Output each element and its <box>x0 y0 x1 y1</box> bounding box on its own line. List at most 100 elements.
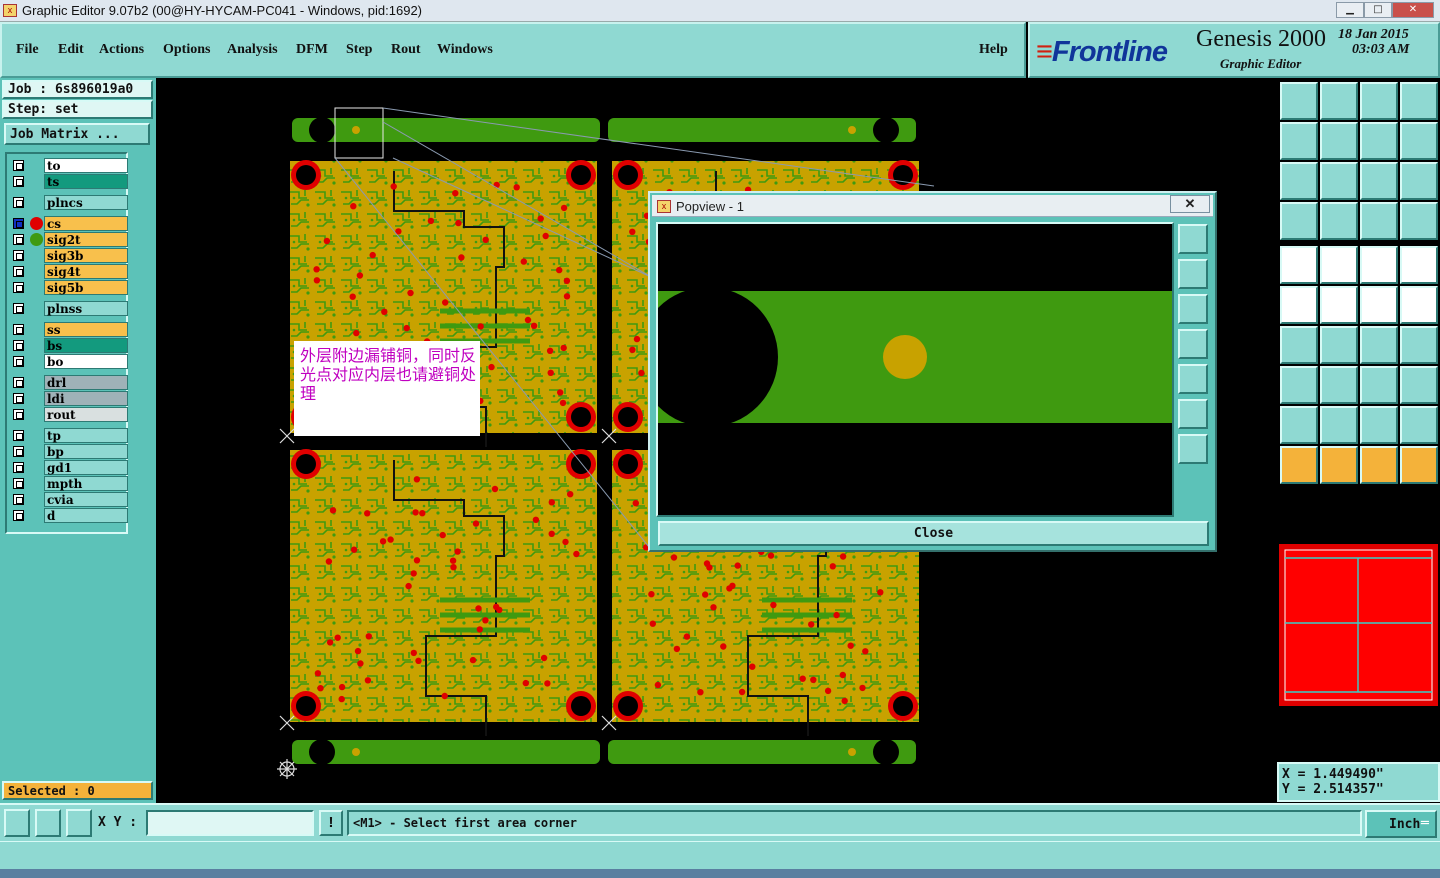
cross-icon[interactable] <box>1320 286 1358 324</box>
layer-checkbox[interactable] <box>13 478 24 489</box>
s-icon[interactable] <box>1400 122 1438 160</box>
home-icon[interactable] <box>1360 82 1398 120</box>
xy-input[interactable] <box>146 810 314 836</box>
layer-checkbox[interactable] <box>13 356 24 367</box>
surface-icon[interactable] <box>1400 366 1438 404</box>
route-icon[interactable] <box>1400 446 1438 484</box>
rotate-icon[interactable] <box>1360 326 1398 364</box>
split-icon[interactable] <box>1400 326 1438 364</box>
pad-move-icon[interactable] <box>1280 366 1318 404</box>
pointer-icon[interactable] <box>1280 446 1318 484</box>
menu-options[interactable]: Options <box>163 42 210 58</box>
layer-checkbox[interactable] <box>13 462 24 473</box>
layer-row-bo[interactable]: bo <box>10 354 128 369</box>
layer-row-mpth[interactable]: mpth <box>10 476 128 491</box>
minus-icon[interactable] <box>1320 366 1358 404</box>
layer-checkbox[interactable] <box>13 197 24 208</box>
menu-file[interactable]: File <box>16 42 39 58</box>
help-icon[interactable] <box>1400 162 1438 200</box>
layer-checkbox[interactable] <box>13 494 24 505</box>
line-edit-icon[interactable] <box>1400 286 1438 324</box>
menu-help[interactable]: Help <box>979 42 1008 58</box>
layer-row-ss[interactable]: ss <box>10 322 128 337</box>
prev-view-icon[interactable] <box>1280 122 1318 160</box>
zoom-home-icon[interactable] <box>1320 162 1358 200</box>
layer-checkbox[interactable] <box>13 303 24 314</box>
layer-row-rout[interactable]: rout <box>10 407 128 422</box>
zoom-fit-icon[interactable] <box>1280 162 1318 200</box>
measure-icon[interactable] <box>35 809 61 837</box>
menu-windows[interactable]: Windows <box>437 42 493 58</box>
layer-checkbox[interactable] <box>13 324 24 335</box>
layer-checkbox[interactable] <box>13 218 24 229</box>
layer-row-ts[interactable]: ts <box>10 174 128 189</box>
close-window-button[interactable]: ✕ <box>1392 2 1434 18</box>
pan-down-icon[interactable] <box>1178 294 1208 324</box>
layer-checkbox[interactable] <box>13 430 24 441</box>
layer-checkbox[interactable] <box>13 282 24 293</box>
minimize-button[interactable]: ▁ <box>1336 2 1364 18</box>
snap-icon[interactable] <box>1280 406 1318 444</box>
layer-row-plncs[interactable]: plncs <box>10 195 128 210</box>
pan-right-icon[interactable] <box>1178 364 1208 394</box>
popview-close-icon[interactable]: ✕ <box>1170 195 1210 213</box>
arc-line-icon[interactable] <box>1320 326 1358 364</box>
layer-checkbox[interactable] <box>13 393 24 404</box>
pointer-circle-icon[interactable] <box>1360 446 1398 484</box>
upper-step-icon[interactable] <box>1280 82 1318 120</box>
pad-select-icon[interactable] <box>1280 246 1318 284</box>
dot-icon[interactable] <box>1400 246 1438 284</box>
connect-icon[interactable] <box>1280 286 1318 324</box>
zoom-in-icon[interactable] <box>1178 224 1208 254</box>
menu-actions[interactable]: Actions <box>99 42 144 58</box>
lower-step-icon[interactable] <box>1320 82 1358 120</box>
pan-up-icon[interactable] <box>1178 259 1208 289</box>
layers-alt-icon[interactable] <box>1400 202 1438 240</box>
triangle-mark-icon[interactable] <box>1400 406 1438 444</box>
job-matrix-button[interactable]: Job Matrix ... <box>4 123 150 145</box>
layer-row-tp[interactable]: tp <box>10 428 128 443</box>
flip-icon[interactable] <box>1360 122 1398 160</box>
layer-row-sig2t[interactable]: sig2t <box>10 232 128 247</box>
layer-checkbox[interactable] <box>13 160 24 171</box>
triangle-icon[interactable] <box>1320 406 1358 444</box>
layer-checkbox[interactable] <box>13 377 24 388</box>
layer-row-bs[interactable]: bs <box>10 338 128 353</box>
menu-dfm[interactable]: DFM <box>296 42 328 58</box>
panel-overview[interactable] <box>1279 544 1438 706</box>
layer-row-sig5b[interactable]: sig5b <box>10 280 128 295</box>
layer-checkbox[interactable] <box>13 510 24 521</box>
layer-checkbox[interactable] <box>13 234 24 245</box>
layer-checkbox[interactable] <box>13 266 24 277</box>
layer-row-sig4t[interactable]: sig4t <box>10 264 128 279</box>
grid-icon[interactable] <box>1320 202 1358 240</box>
layer-row-to[interactable]: to <box>10 158 128 173</box>
pan-left-icon[interactable] <box>1178 329 1208 359</box>
layer-row-ldi[interactable]: ldi <box>10 391 128 406</box>
snap-icon[interactable] <box>4 809 30 837</box>
layer-row-drl[interactable]: drl <box>10 375 128 390</box>
zoom-fit-icon[interactable] <box>1178 399 1208 429</box>
layer-checkbox[interactable] <box>13 250 24 261</box>
menu-analysis[interactable]: Analysis <box>227 42 278 58</box>
layer-row-cs[interactable]: cs <box>10 216 128 231</box>
units-dropdown[interactable]: Inch ═ <box>1365 810 1437 838</box>
layer-row-d[interactable]: d <box>10 508 128 523</box>
layers-icon[interactable] <box>1360 202 1398 240</box>
layer-color-icon[interactable] <box>1320 246 1358 284</box>
next-view-icon[interactable] <box>1320 122 1358 160</box>
popview-zoom-area[interactable] <box>656 222 1174 517</box>
maximize-button[interactable]: □ <box>1364 2 1392 18</box>
display-icon[interactable] <box>1280 202 1318 240</box>
layer-checkbox[interactable] <box>13 176 24 187</box>
pointer-box-icon[interactable] <box>1320 446 1358 484</box>
layer-checkbox[interactable] <box>13 409 24 420</box>
grid-icon[interactable] <box>66 809 92 837</box>
warning-button[interactable]: ! <box>319 810 343 836</box>
window-icon[interactable] <box>1400 82 1438 120</box>
layer-row-cvia[interactable]: cvia <box>10 492 128 507</box>
layer-checkbox[interactable] <box>13 446 24 457</box>
menu-rout[interactable]: Rout <box>391 42 421 58</box>
popview-close-button[interactable]: Close <box>658 521 1209 546</box>
contour-icon[interactable] <box>1360 366 1398 404</box>
